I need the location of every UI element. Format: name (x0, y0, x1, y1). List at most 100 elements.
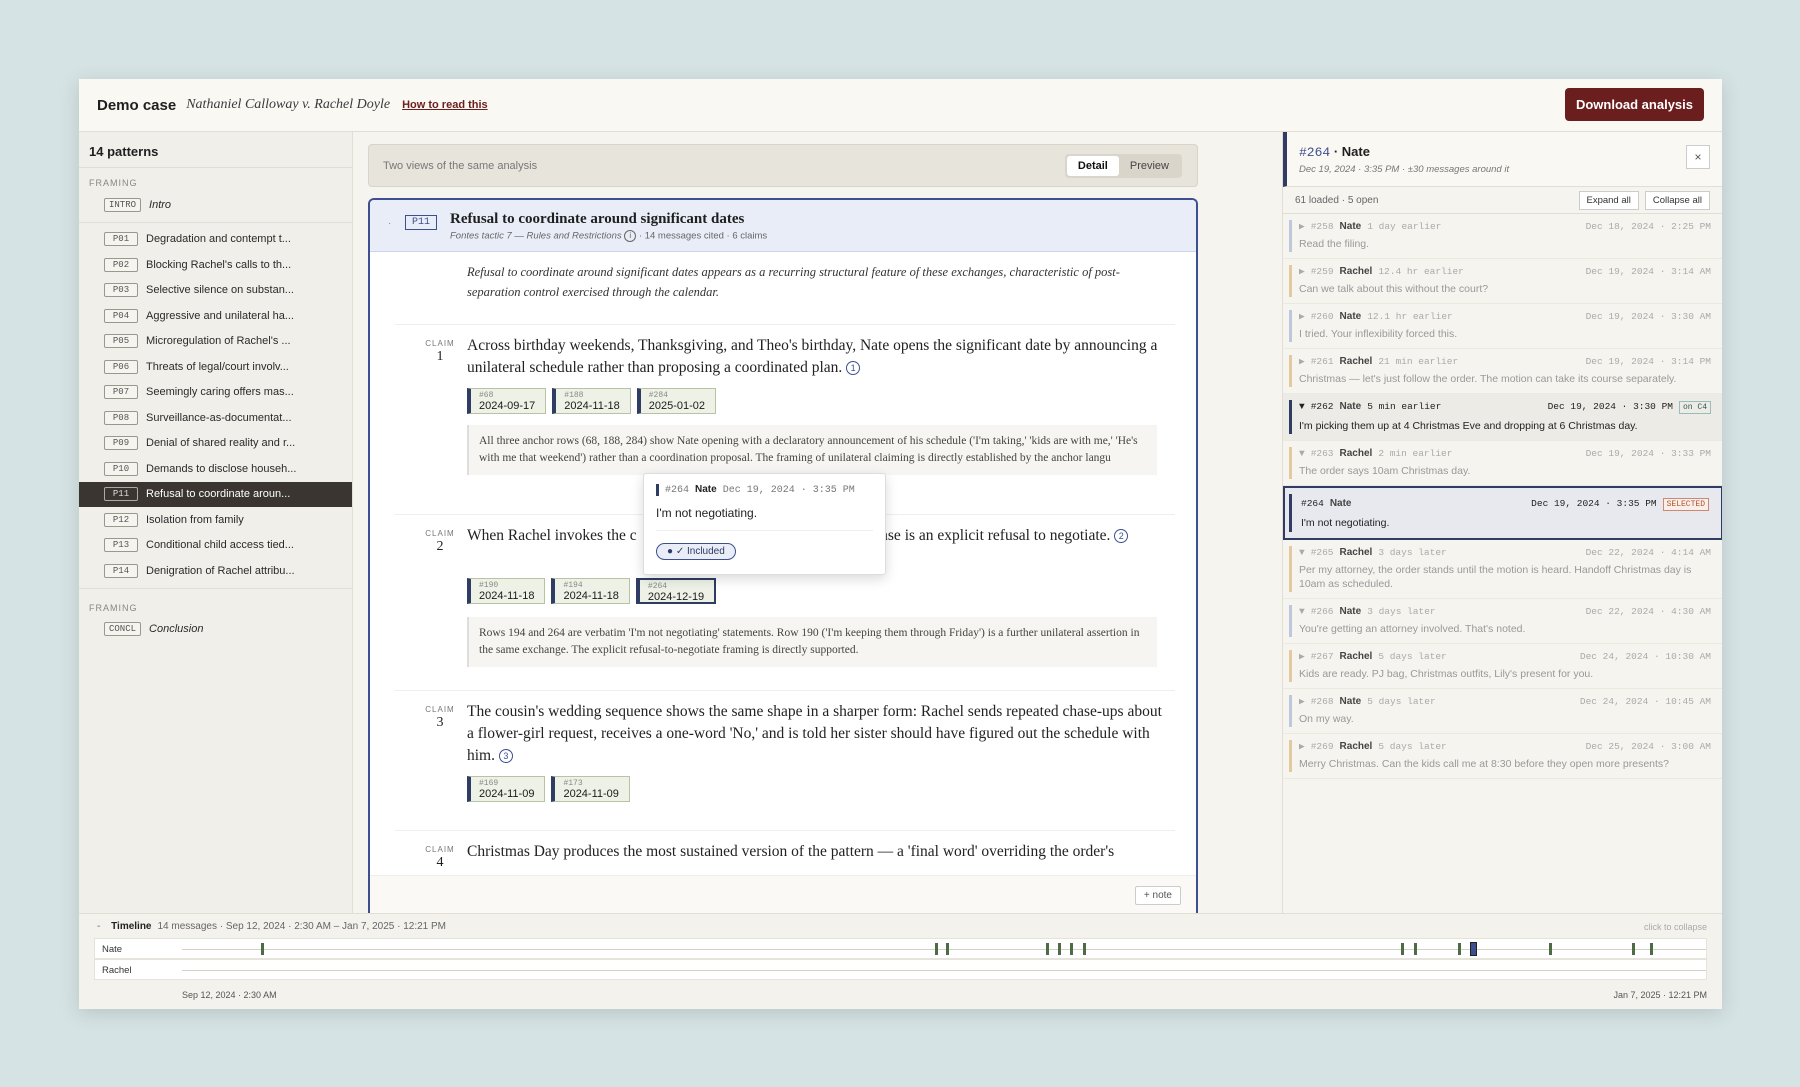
thread-message[interactable]: ▼ #266 Nate 3 days later Dec 22, 2024 · 4:30… (1283, 599, 1722, 644)
message-relative-time: 3 days later (1378, 547, 1447, 558)
pattern-code: P11 (405, 215, 438, 230)
download-analysis-button[interactable]: Download analysis (1565, 88, 1704, 121)
expand-arrow-icon[interactable]: ▼ (1299, 547, 1305, 558)
sidebar-item-p01[interactable]: P01 Degradation and contempt t... (79, 227, 352, 253)
message-sender: Rachel (1339, 651, 1373, 662)
timeline-tick[interactable] (1650, 943, 1654, 955)
how-to-read-link[interactable]: How to read this (402, 99, 488, 111)
sidebar-item-p07[interactable]: P07 Seemingly caring offers mas... (79, 380, 352, 406)
expand-arrow-icon[interactable]: ▶ (1299, 696, 1305, 707)
timeline-tick-selected[interactable] (1469, 942, 1477, 956)
sidebar-item-p11[interactable]: P11 Refusal to coordinate aroun... (79, 481, 352, 507)
thread-message[interactable]: ▶ #269 Rachel 5 days later Dec 25, 2024 · 3:… (1283, 734, 1722, 779)
sidebar-item-p13[interactable]: P13 Conditional child access tied... (79, 533, 352, 559)
collapse-all-button[interactable]: Collapse all (1644, 190, 1710, 210)
close-icon[interactable]: × (1686, 145, 1710, 169)
sidebar-item-p03[interactable]: P03 Selective silence on substan... (79, 278, 352, 304)
expand-arrow-icon[interactable]: ▶ (1299, 741, 1305, 752)
included-toggle[interactable]: ● ✓ Included (656, 543, 736, 560)
message-chip[interactable]: #190 2024-11-18 (467, 578, 546, 604)
collapse-hint[interactable]: click to collapse (1644, 922, 1707, 932)
thread-message[interactable]: ▶ #258 Nate 1 day earlier Dec 18, 2024 · 2:2… (1283, 214, 1722, 259)
thread-sender: · Nate (1333, 144, 1370, 159)
timeline-tick[interactable] (1632, 943, 1636, 955)
tab-preview[interactable]: Preview (1119, 156, 1180, 176)
pattern-title: Refusal to coordinate around significant… (450, 211, 745, 227)
chip-date: 2024-11-18 (563, 590, 619, 602)
timeline-start-label: Sep 12, 2024 · 2:30 AM (182, 990, 277, 1000)
lane-label: Nate (102, 944, 123, 955)
message-id: #268 (1310, 696, 1334, 707)
tab-detail[interactable]: Detail (1066, 156, 1119, 176)
timeline-tick[interactable] (1457, 943, 1461, 955)
thread-message[interactable]: ▼ #262 Nate 5 min earlier Dec 19, 2024 · 3:3… (1283, 394, 1722, 441)
sidebar-item-label: Selective silence on substan... (146, 284, 294, 297)
thread-message[interactable]: ▶ #267 Rachel 5 days later Dec 24, 2024 · 10… (1283, 644, 1722, 689)
claim-text: Christmas Day produces the most sustaine… (467, 843, 1115, 860)
timeline-tick[interactable] (1548, 943, 1552, 955)
timeline-header[interactable]: - Timeline 14 messages · Sep 12, 2024 · 2… (97, 921, 446, 932)
thread-panel: #264 · Nate Dec 19, 2024 · 3:35 PM · ±30… (1282, 132, 1722, 913)
pattern-code: P07 (104, 385, 138, 400)
collapse-dot-icon[interactable]: · (388, 218, 391, 229)
message-chip[interactable]: #173 2024-11-09 (551, 776, 630, 802)
sidebar-item-p09[interactable]: P09 Denial of shared reality and r... (79, 431, 352, 457)
message-chip[interactable]: #194 2024-11-18 (551, 578, 630, 604)
timeline-tick[interactable] (1082, 943, 1086, 955)
thread-message[interactable]: ▶ #268 Nate 5 days later Dec 24, 2024 · 10:4… (1283, 689, 1722, 734)
expand-arrow-icon[interactable]: ▶ (1299, 651, 1305, 662)
expand-arrow-icon[interactable]: ▶ (1299, 221, 1305, 232)
message-chip[interactable]: #169 2024-11-09 (467, 776, 546, 802)
expand-arrow-icon[interactable]: ▼ (1299, 606, 1305, 617)
thread-message[interactable]: ▶ #260 Nate 12.1 hr earlier Dec 19, 2024 · 3… (1283, 304, 1722, 349)
expand-arrow-icon[interactable]: ▶ (1299, 266, 1305, 277)
sidebar-item-p02[interactable]: P02 Blocking Rachel's calls to th... (79, 252, 352, 278)
expand-arrow-icon[interactable]: ▶ (1299, 356, 1305, 367)
timeline-tick[interactable] (1058, 943, 1062, 955)
thread-message[interactable]: #264 Nate Dec 19, 2024 · 3:35 PM SELECTED I'… (1283, 486, 1722, 540)
message-relative-time: 1 day earlier (1367, 221, 1442, 232)
timeline-tick[interactable] (945, 943, 949, 955)
message-header: ▼ #262 Nate 5 min earlier Dec 19, 2024 · 3:3… (1299, 401, 1711, 414)
sidebar-item-p12[interactable]: P12 Isolation from family (79, 507, 352, 533)
pattern-code: P14 (104, 563, 138, 578)
thread-message[interactable]: ▶ #259 Rachel 12.4 hr earlier Dec 19, 2024 ·… (1283, 259, 1722, 304)
claim-chips: #169 2024-11-09 #173 2024-11-09 (467, 776, 630, 802)
timeline-tick[interactable] (935, 943, 939, 955)
thread-message[interactable]: ▶ #261 Rachel 21 min earlier Dec 19, 2024 · … (1283, 349, 1722, 394)
thread-message[interactable]: ▼ #263 Rachel 2 min earlier Dec 19, 2024 · 3… (1283, 441, 1722, 486)
sidebar-item-p04[interactable]: P04 Aggressive and unilateral ha... (79, 303, 352, 329)
message-chip[interactable]: #264 2024-12-19 (635, 578, 717, 604)
sidebar-item-p14[interactable]: P14 Denigration of Rachel attribu... (79, 558, 352, 584)
message-sender: Rachel (1339, 448, 1373, 459)
expand-arrow-icon[interactable]: ▼ (1299, 448, 1305, 459)
citation-marker[interactable]: 2 (1114, 529, 1129, 544)
info-icon[interactable]: i (624, 230, 637, 242)
timeline-tick[interactable] (1070, 943, 1074, 955)
message-chip[interactable]: #68 2024-09-17 (467, 388, 547, 414)
expand-all-button[interactable]: Expand all (1578, 190, 1639, 210)
add-note-button[interactable]: + note (1134, 886, 1181, 905)
lane-nate: Nate (94, 938, 1707, 959)
sidebar-item-intro[interactable]: INTRO Intro (79, 192, 352, 218)
pattern-sidebar: 14 patterns FRAMING INTRO Intro P01 Degra… (79, 132, 353, 913)
thread-message[interactable]: ▼ #265 Rachel 3 days later Dec 22, 2024 · 4:… (1283, 540, 1722, 599)
expand-arrow-icon[interactable]: ▼ (1299, 401, 1305, 414)
sidebar-item-p08[interactable]: P08 Surveillance-as-documentat... (79, 405, 352, 431)
timeline-tick[interactable] (261, 943, 265, 955)
message-sender: Nate (1339, 401, 1362, 412)
expand-arrow-icon[interactable]: ▶ (1299, 311, 1305, 322)
sidebar-item-p05[interactable]: P05 Microregulation of Rachel's ... (79, 329, 352, 355)
sidebar-item-conclusion[interactable]: CONCL Conclusion (79, 617, 352, 643)
citation-marker[interactable]: 3 (498, 749, 513, 764)
sidebar-item-p10[interactable]: P10 Demands to disclose househ... (79, 456, 352, 482)
timeline-tick[interactable] (1413, 943, 1417, 955)
timeline-tick[interactable] (1046, 943, 1050, 955)
message-chip[interactable]: #284 2025-01-02 (636, 388, 717, 414)
message-chip[interactable]: #188 2024-11-18 (552, 388, 631, 414)
timeline-tick[interactable] (1401, 943, 1405, 955)
citation-marker[interactable]: 1 (846, 361, 861, 376)
sidebar-item-p06[interactable]: P06 Threats of legal/court involv... (79, 354, 352, 380)
claim-note: All three anchor rows (68, 188, 284) sho… (467, 425, 1157, 475)
pattern-code: P11 (104, 487, 138, 502)
